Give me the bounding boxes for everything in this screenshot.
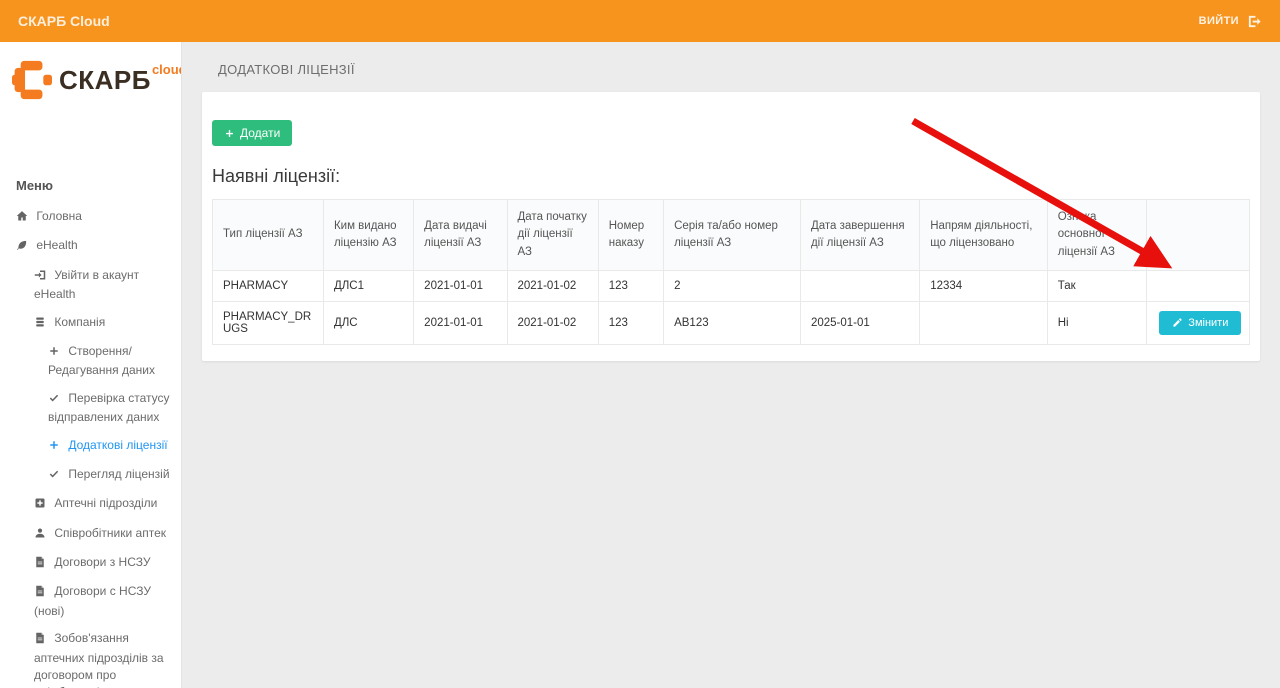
table-cell: 2 [664,270,801,301]
table-header-cell: Ознака основної ліцензії АЗ [1047,200,1147,271]
sidebar-item[interactable]: Перевірка статусу відправлених даних [0,385,181,432]
logo-icon [12,60,52,100]
logo-sup: cloud [152,62,182,77]
check-icon [48,392,60,409]
logout-button[interactable]: ВИЙТИ [1199,14,1262,29]
sidebar: СКАРБ cloud Меню Головна eHealth Увійти … [0,42,182,688]
table-cell: 2025-01-01 [800,301,919,344]
licenses-table: Тип ліцензії АЗКим видано ліцензію АЗДат… [212,199,1250,345]
sidebar-item-label: Зобов'язання аптечних підрозділів за дог… [34,631,164,688]
table-cell: 12334 [920,270,1048,301]
table-cell: PHARMACY [213,270,324,301]
sidebar-item[interactable]: Перегляд ліцензій [0,461,181,490]
table-header-cell: Ким видано ліцензію АЗ [323,200,413,271]
table-header-cell: Тип ліцензії АЗ [213,200,324,271]
sidebar-item-label: Аптечні підрозділи [54,496,157,510]
sidebar-item-label: Співробітники аптек [54,526,166,540]
table-header-cell: Номер наказу [598,200,663,271]
sidebar-item-label: Увійти в акаунт eHealth [34,268,139,301]
plus-icon [48,345,60,362]
sidebar-item[interactable]: Додаткові ліцензії [0,432,181,461]
sidebar-item[interactable]: Договори з НСЗУ [0,549,181,578]
file-icon [34,632,46,649]
menu-header: Меню [0,178,181,203]
sidebar-item-label: Головна [36,209,82,223]
user-icon [34,527,46,544]
sidebar-item[interactable]: Договори с НСЗУ (нові) [0,578,181,625]
home-icon [16,210,28,227]
table-body: PHARMACYДЛС12021-01-012021-01-021232 1233… [213,270,1250,344]
app-logo: СКАРБ cloud [0,42,181,110]
card-heading: Наявні ліцензії: [212,166,1250,187]
add-button[interactable]: Додати [212,120,292,146]
pencil-icon [1172,317,1183,328]
page-title: ДОДАТКОВІ ЛІЦЕНЗІЇ [182,42,1280,77]
sidebar-item-label: Договори з НСЗУ [54,555,150,569]
sign-in-icon [34,269,46,286]
sidebar-item-label: eHealth [36,238,77,252]
sidebar-menu: Головна eHealth Увійти в акаунт eHealth … [0,203,181,688]
table-action-cell [1147,270,1250,301]
logout-icon [1247,14,1262,29]
table-cell: 2021-01-02 [507,270,598,301]
logo-text: СКАРБ [59,65,151,96]
sidebar-item-label: Перевірка статусу відправлених даних [48,391,170,424]
sidebar-item-label: Компанія [54,315,105,329]
sidebar-item[interactable]: Головна [0,203,181,232]
table-cell: 123 [598,301,663,344]
table-header-cell: Дата завершення дії ліцензії АЗ [800,200,919,271]
table-cell [800,270,919,301]
main-content: ДОДАТКОВІ ЛІЦЕНЗІЇ Додати Наявні ліцензі… [182,42,1280,688]
sidebar-item[interactable]: Зобов'язання аптечних підрозділів за дог… [0,625,181,688]
plus-square-icon [34,497,46,514]
sidebar-item[interactable]: Увійти в акаунт eHealth [0,262,181,309]
table-cell [920,301,1048,344]
table-action-cell: Змінити [1147,301,1250,344]
sidebar-item[interactable]: Компанія [0,309,181,338]
table-cell: АВ123 [664,301,801,344]
table-cell: Так [1047,270,1147,301]
file-icon [34,585,46,602]
table-header-cell: Дата початку дії ліцензії АЗ [507,200,598,271]
table-cell: ДЛС1 [323,270,413,301]
app-title: СКАРБ Cloud [18,13,110,29]
table-header-cell: Дата видачі ліцензії АЗ [414,200,507,271]
sidebar-item[interactable]: Створення/Редагування даних [0,338,181,385]
file-icon [34,556,46,573]
table-cell: PHARMACY_DRUGS [213,301,324,344]
table-cell: Ні [1047,301,1147,344]
table-cell: 123 [598,270,663,301]
table-row: PHARMACY_DRUGSДЛС2021-01-012021-01-02123… [213,301,1250,344]
sidebar-item-label: Створення/Редагування даних [48,344,155,377]
check-icon [48,468,60,485]
sidebar-item-label: Додаткові ліцензії [68,438,167,452]
table-cell: 2021-01-01 [414,301,507,344]
edit-button[interactable]: Змінити [1159,311,1241,335]
table-row: PHARMACYДЛС12021-01-012021-01-021232 1233… [213,270,1250,301]
table-cell: ДЛС [323,301,413,344]
table-header-row: Тип ліцензії АЗКим видано ліцензію АЗДат… [213,200,1250,271]
table-cell: 2021-01-02 [507,301,598,344]
sidebar-item-label: Перегляд ліцензій [68,467,169,481]
sidebar-item-label: Договори с НСЗУ (нові) [34,584,151,617]
layers-icon [34,316,46,333]
table-header-cell: Напрям діяльності, що ліцензовано [920,200,1048,271]
edit-button-label: Змінити [1188,317,1228,329]
licenses-card: Додати Наявні ліцензії: Тип ліцензії АЗК… [202,92,1260,361]
table-header-cell: Серія та/або номер ліцензії АЗ [664,200,801,271]
sidebar-item[interactable]: Співробітники аптек [0,520,181,549]
sidebar-item[interactable]: Аптечні підрозділи [0,490,181,519]
top-navbar: СКАРБ Cloud ВИЙТИ [0,0,1280,42]
table-cell: 2021-01-01 [414,270,507,301]
add-button-label: Додати [240,126,280,140]
table-header-cell [1147,200,1250,271]
sidebar-item[interactable]: eHealth [0,232,181,261]
plus-icon [224,128,235,139]
leaf-icon [16,239,28,256]
logout-label: ВИЙТИ [1199,15,1239,27]
plus-icon [48,439,60,456]
